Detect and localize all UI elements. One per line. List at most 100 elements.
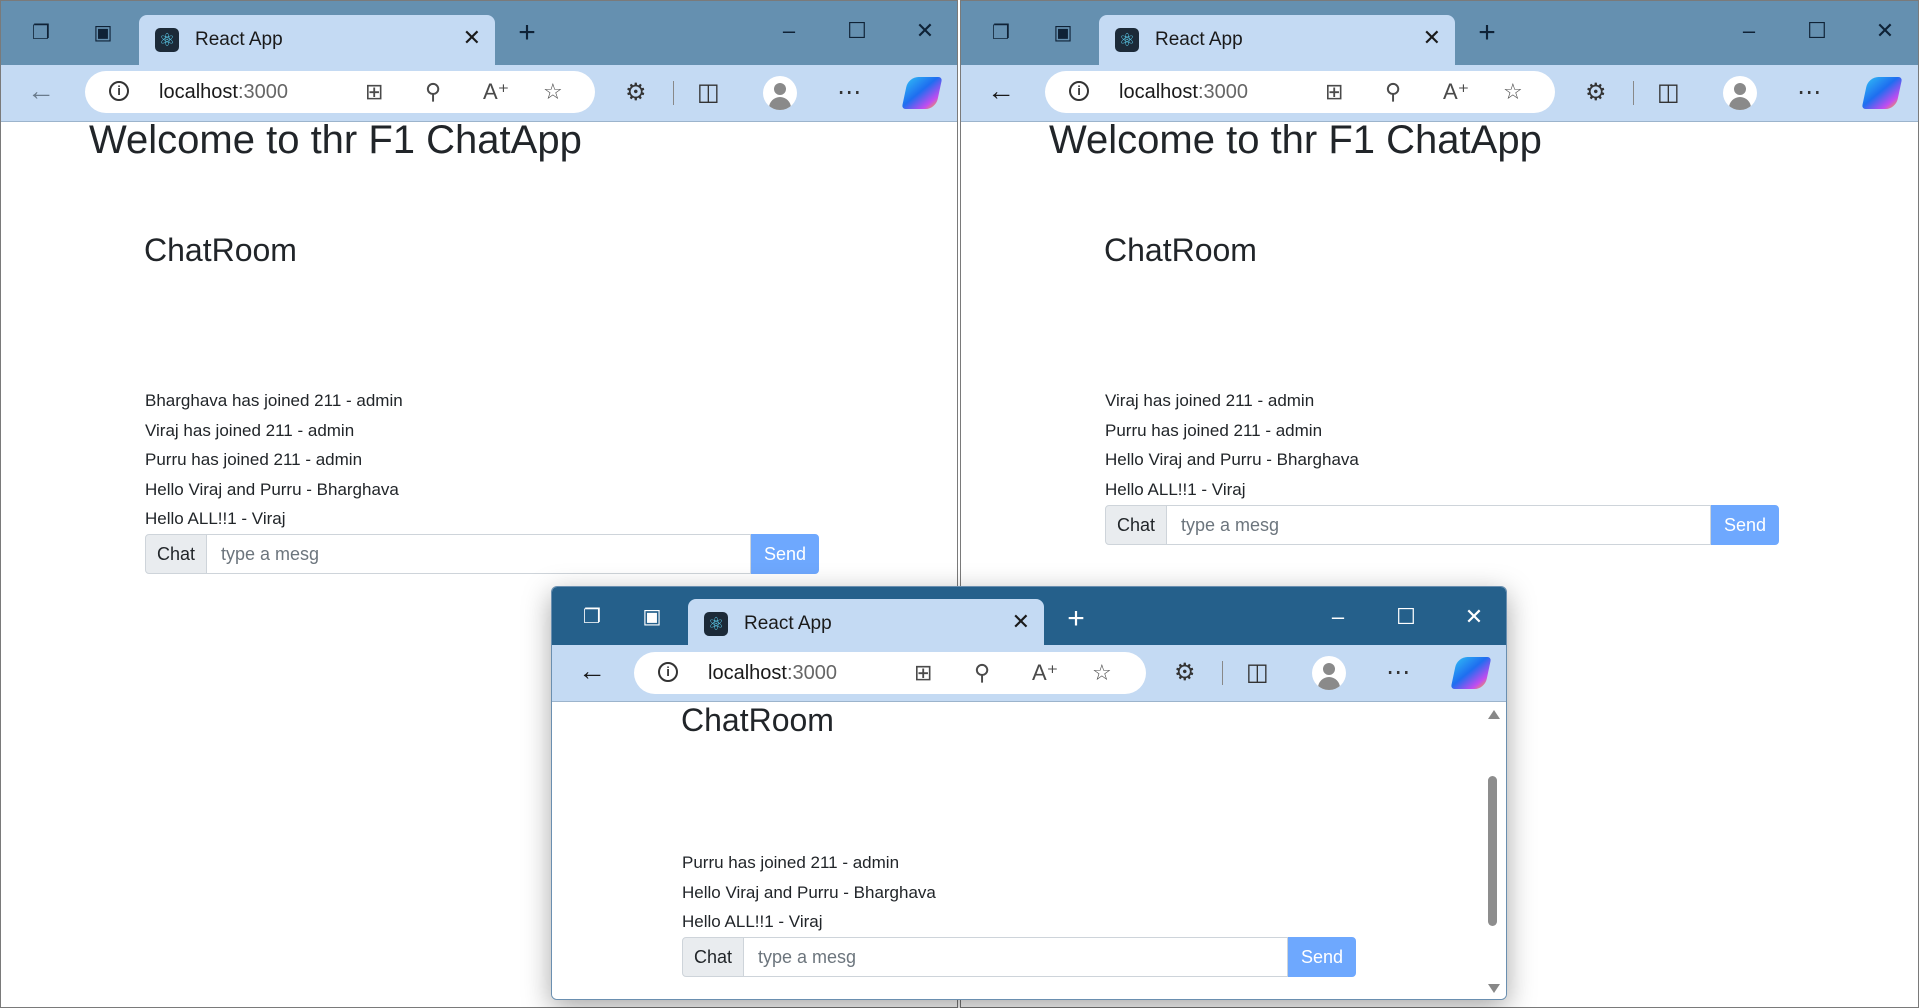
scroll-up-arrow-icon[interactable] xyxy=(1488,710,1500,719)
maximize-icon[interactable]: ☐ xyxy=(1797,15,1837,47)
send-button[interactable]: Send xyxy=(1288,937,1356,977)
message-item: Purru has joined 211 - admin xyxy=(1105,420,1323,440)
split-screen-icon[interactable]: ◫ xyxy=(1246,659,1269,687)
react-logo-icon: ⚛ xyxy=(1115,28,1139,52)
title-bar: ❐ ▣ ⚛ React App ✕ + – ☐ ✕ xyxy=(961,1,1918,65)
read-aloud-icon[interactable]: A⁺ xyxy=(1032,660,1058,686)
star-icon[interactable]: ☆ xyxy=(1503,79,1523,105)
title-bar: ❐ ▣ ⚛ React App ✕ + – ☐ ✕ xyxy=(1,1,957,65)
address-bar[interactable]: i localhost:3000 ⊞ ⚲ A⁺ ☆ xyxy=(634,652,1146,694)
toolbar: ← i localhost:3000 ⊞ ⚲ A⁺ ☆ ⚙ ◫ ⋯ xyxy=(1,65,957,122)
url-text: localhost:3000 xyxy=(708,662,837,684)
profile-avatar[interactable] xyxy=(763,76,797,110)
split-screen-icon[interactable]: ◫ xyxy=(1657,79,1680,107)
chat-label: Chat xyxy=(682,937,744,977)
toolbar: ← i localhost:3000 ⊞ ⚲ A⁺ ☆ ⚙ ◫ ⋯ xyxy=(552,645,1506,702)
react-logo-icon: ⚛ xyxy=(155,28,179,52)
profile-avatar[interactable] xyxy=(1723,76,1757,110)
info-icon[interactable]: i xyxy=(658,662,678,682)
message-item: Hello ALL!!1 - Viraj xyxy=(145,509,286,528)
more-dots-icon[interactable]: ⋯ xyxy=(1797,79,1821,107)
message-item: Hello Viraj and Purru - Bharghava xyxy=(145,479,399,499)
maximize-icon[interactable]: ☐ xyxy=(837,15,877,47)
maximize-icon[interactable]: ☐ xyxy=(1386,601,1426,633)
scroll-thumb[interactable] xyxy=(1488,776,1497,926)
message-item: Bharghava has joined 211 - admin xyxy=(145,391,403,410)
tab-title: React App xyxy=(195,29,283,50)
chatroom-title: ChatRoom xyxy=(681,702,834,738)
chat-label: Chat xyxy=(1105,505,1167,545)
plus-icon[interactable]: + xyxy=(1471,17,1503,49)
tab-actions-icon[interactable]: ▣ xyxy=(1047,17,1079,49)
read-aloud-icon[interactable]: A⁺ xyxy=(483,79,509,105)
workspaces-icon[interactable]: ❐ xyxy=(25,17,57,49)
workspaces-icon[interactable]: ❐ xyxy=(576,601,608,633)
page-title: Welcome to thr F1 ChatApp xyxy=(1049,122,1542,162)
app-grid-icon[interactable]: ⊞ xyxy=(365,79,383,105)
extensions-icon[interactable]: ⚙ xyxy=(1585,79,1607,107)
minimize-icon[interactable]: – xyxy=(769,15,809,47)
message-item: Hello ALL!!1 - Viraj xyxy=(682,912,823,931)
split-screen-icon[interactable]: ◫ xyxy=(697,79,720,107)
message-input[interactable] xyxy=(744,937,1288,977)
extensions-icon[interactable]: ⚙ xyxy=(625,79,647,107)
chatroom-title: ChatRoom xyxy=(144,232,297,268)
plus-icon[interactable]: + xyxy=(511,17,543,49)
message-item: Purru has joined 211 - admin xyxy=(682,853,900,872)
star-icon[interactable]: ☆ xyxy=(543,79,563,105)
vertical-scrollbar[interactable] xyxy=(1486,702,1500,999)
workspaces-icon[interactable]: ❐ xyxy=(985,17,1017,49)
chat-input-group: Chat Send xyxy=(145,534,819,574)
address-bar[interactable]: i localhost:3000 ⊞ ⚲ A⁺ ☆ xyxy=(85,71,595,113)
copilot-icon[interactable] xyxy=(901,77,943,109)
close-icon[interactable]: ✕ xyxy=(1423,25,1441,51)
browser-window-front: ❐ ▣ ⚛ React App ✕ + – ☐ ✕ ← i localhost:… xyxy=(551,586,1507,1000)
tab-actions-icon[interactable]: ▣ xyxy=(636,601,668,633)
tab-title: React App xyxy=(744,613,832,634)
info-icon[interactable]: i xyxy=(109,81,129,101)
minimize-icon[interactable]: – xyxy=(1729,15,1769,47)
back-arrow-icon[interactable]: ← xyxy=(578,657,606,685)
chat-input-group: Chat Send xyxy=(682,937,1356,977)
tab-react-app[interactable]: ⚛ React App ✕ xyxy=(139,15,495,65)
page-title: Welcome to thr F1 ChatApp xyxy=(89,122,582,162)
read-aloud-icon[interactable]: A⁺ xyxy=(1443,79,1469,105)
extensions-icon[interactable]: ⚙ xyxy=(1174,659,1196,687)
address-bar[interactable]: i localhost:3000 ⊞ ⚲ A⁺ ☆ xyxy=(1045,71,1555,113)
tab-actions-icon[interactable]: ▣ xyxy=(87,17,119,49)
message-input[interactable] xyxy=(207,534,751,574)
page-content: ChatRoom Purru has joined 211 - admin He… xyxy=(552,702,1506,999)
zoom-out-icon[interactable]: ⚲ xyxy=(425,79,441,105)
back-arrow-icon[interactable]: ← xyxy=(27,77,55,105)
close-window-icon[interactable]: ✕ xyxy=(1454,601,1494,633)
toolbar: ← i localhost:3000 ⊞ ⚲ A⁺ ☆ ⚙ ◫ ⋯ xyxy=(961,65,1918,122)
send-button[interactable]: Send xyxy=(1711,505,1779,545)
message-input[interactable] xyxy=(1167,505,1711,545)
tab-react-app[interactable]: ⚛ React App ✕ xyxy=(1099,15,1455,65)
info-icon[interactable]: i xyxy=(1069,81,1089,101)
close-window-icon[interactable]: ✕ xyxy=(905,15,945,47)
plus-icon[interactable]: + xyxy=(1060,603,1092,635)
more-dots-icon[interactable]: ⋯ xyxy=(837,79,861,107)
star-icon[interactable]: ☆ xyxy=(1092,660,1112,686)
toolbar-divider xyxy=(673,81,674,105)
message-item: Hello ALL!!1 - Viraj xyxy=(1105,479,1246,499)
back-arrow-icon[interactable]: ← xyxy=(987,77,1015,105)
tab-react-app[interactable]: ⚛ React App ✕ xyxy=(688,599,1044,645)
close-window-icon[interactable]: ✕ xyxy=(1865,15,1905,47)
message-item: Viraj has joined 211 - admin xyxy=(145,420,355,440)
minimize-icon[interactable]: – xyxy=(1318,601,1358,633)
scroll-down-arrow-icon[interactable] xyxy=(1488,984,1500,993)
copilot-icon[interactable] xyxy=(1450,657,1492,689)
close-icon[interactable]: ✕ xyxy=(463,25,481,51)
app-grid-icon[interactable]: ⊞ xyxy=(1325,79,1343,105)
message-item: Purru has joined 211 - admin xyxy=(145,450,363,469)
more-dots-icon[interactable]: ⋯ xyxy=(1386,659,1410,687)
app-grid-icon[interactable]: ⊞ xyxy=(914,660,932,686)
send-button[interactable]: Send xyxy=(751,534,819,574)
close-icon[interactable]: ✕ xyxy=(1012,609,1030,635)
copilot-icon[interactable] xyxy=(1861,77,1903,109)
zoom-out-icon[interactable]: ⚲ xyxy=(1385,79,1401,105)
profile-avatar[interactable] xyxy=(1312,656,1346,690)
zoom-out-icon[interactable]: ⚲ xyxy=(974,660,990,686)
